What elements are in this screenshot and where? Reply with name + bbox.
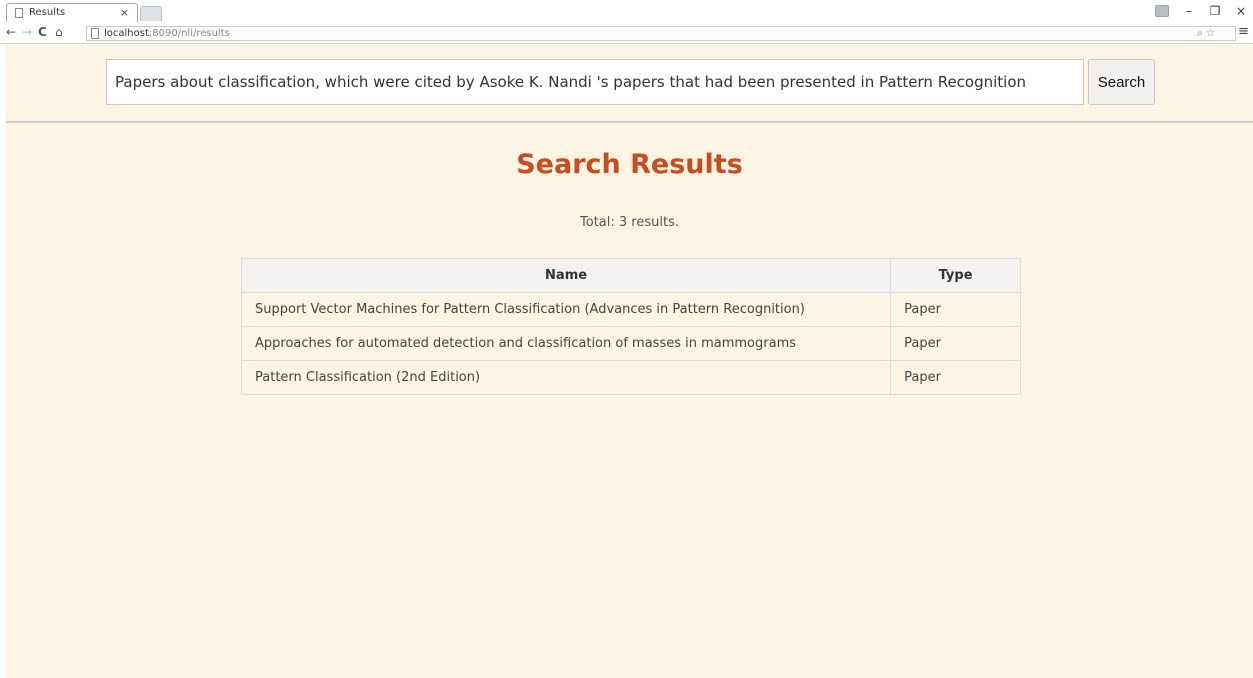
reload-icon[interactable]: C bbox=[38, 25, 47, 39]
zoom-star-icons[interactable]: ⌕ ☆ bbox=[1197, 27, 1215, 40]
new-tab-button[interactable] bbox=[140, 6, 162, 21]
browser-tab[interactable]: Results × bbox=[6, 3, 138, 22]
back-arrow-icon[interactable]: ← bbox=[6, 25, 16, 39]
column-header-name: Name bbox=[240, 258, 892, 293]
page-title: Search Results bbox=[516, 149, 743, 180]
page-content: Search Search Results Total: 3 results. … bbox=[6, 45, 1253, 678]
results-table: Name Type Support Vector Machines for Pa… bbox=[240, 258, 1021, 395]
table-row[interactable]: Support Vector Machines for Pattern Clas… bbox=[240, 292, 1021, 327]
close-window-icon[interactable]: × bbox=[1235, 4, 1247, 18]
column-header-type: Type bbox=[890, 258, 1021, 293]
result-type: Paper bbox=[890, 292, 1021, 327]
page-info-icon[interactable] bbox=[91, 28, 99, 39]
url-text: localhost:8090/nli/results bbox=[104, 28, 230, 39]
search-button[interactable]: Search bbox=[1088, 59, 1155, 105]
minimize-icon[interactable]: – bbox=[1183, 4, 1195, 18]
result-name[interactable]: Support Vector Machines for Pattern Clas… bbox=[240, 292, 892, 327]
home-icon[interactable]: ⌂ bbox=[55, 25, 63, 39]
tab-title: Results bbox=[29, 7, 66, 18]
page-icon bbox=[15, 8, 23, 18]
results-count: Total: 3 results. bbox=[580, 215, 679, 230]
result-name[interactable]: Approaches for automated detection and c… bbox=[240, 326, 892, 361]
restore-icon[interactable]: ❐ bbox=[1209, 4, 1221, 18]
result-type: Paper bbox=[890, 326, 1021, 361]
forward-arrow-icon[interactable]: → bbox=[22, 25, 32, 39]
window-controls: – ❐ × bbox=[1155, 2, 1247, 20]
result-type: Paper bbox=[890, 360, 1021, 395]
search-input[interactable] bbox=[106, 59, 1084, 105]
menu-icon[interactable]: ≡ bbox=[1238, 25, 1249, 39]
table-row[interactable]: Approaches for automated detection and c… bbox=[240, 326, 1021, 361]
browser-toolbar: ← → C ⌂ localhost:8090/nli/results ⌕ ☆ ≡ bbox=[0, 22, 1253, 44]
profile-icon[interactable] bbox=[1155, 5, 1169, 17]
address-bar[interactable]: localhost:8090/nli/results ⌕ ☆ bbox=[86, 26, 1236, 41]
table-header-row: Name Type bbox=[240, 258, 1021, 293]
search-bar: Search bbox=[6, 45, 1253, 123]
table-row[interactable]: Pattern Classification (2nd Edition) Pap… bbox=[240, 360, 1021, 395]
result-name[interactable]: Pattern Classification (2nd Edition) bbox=[240, 360, 892, 395]
browser-tabstrip: Results × – ❐ × bbox=[0, 0, 1253, 22]
close-icon[interactable]: × bbox=[120, 6, 129, 19]
